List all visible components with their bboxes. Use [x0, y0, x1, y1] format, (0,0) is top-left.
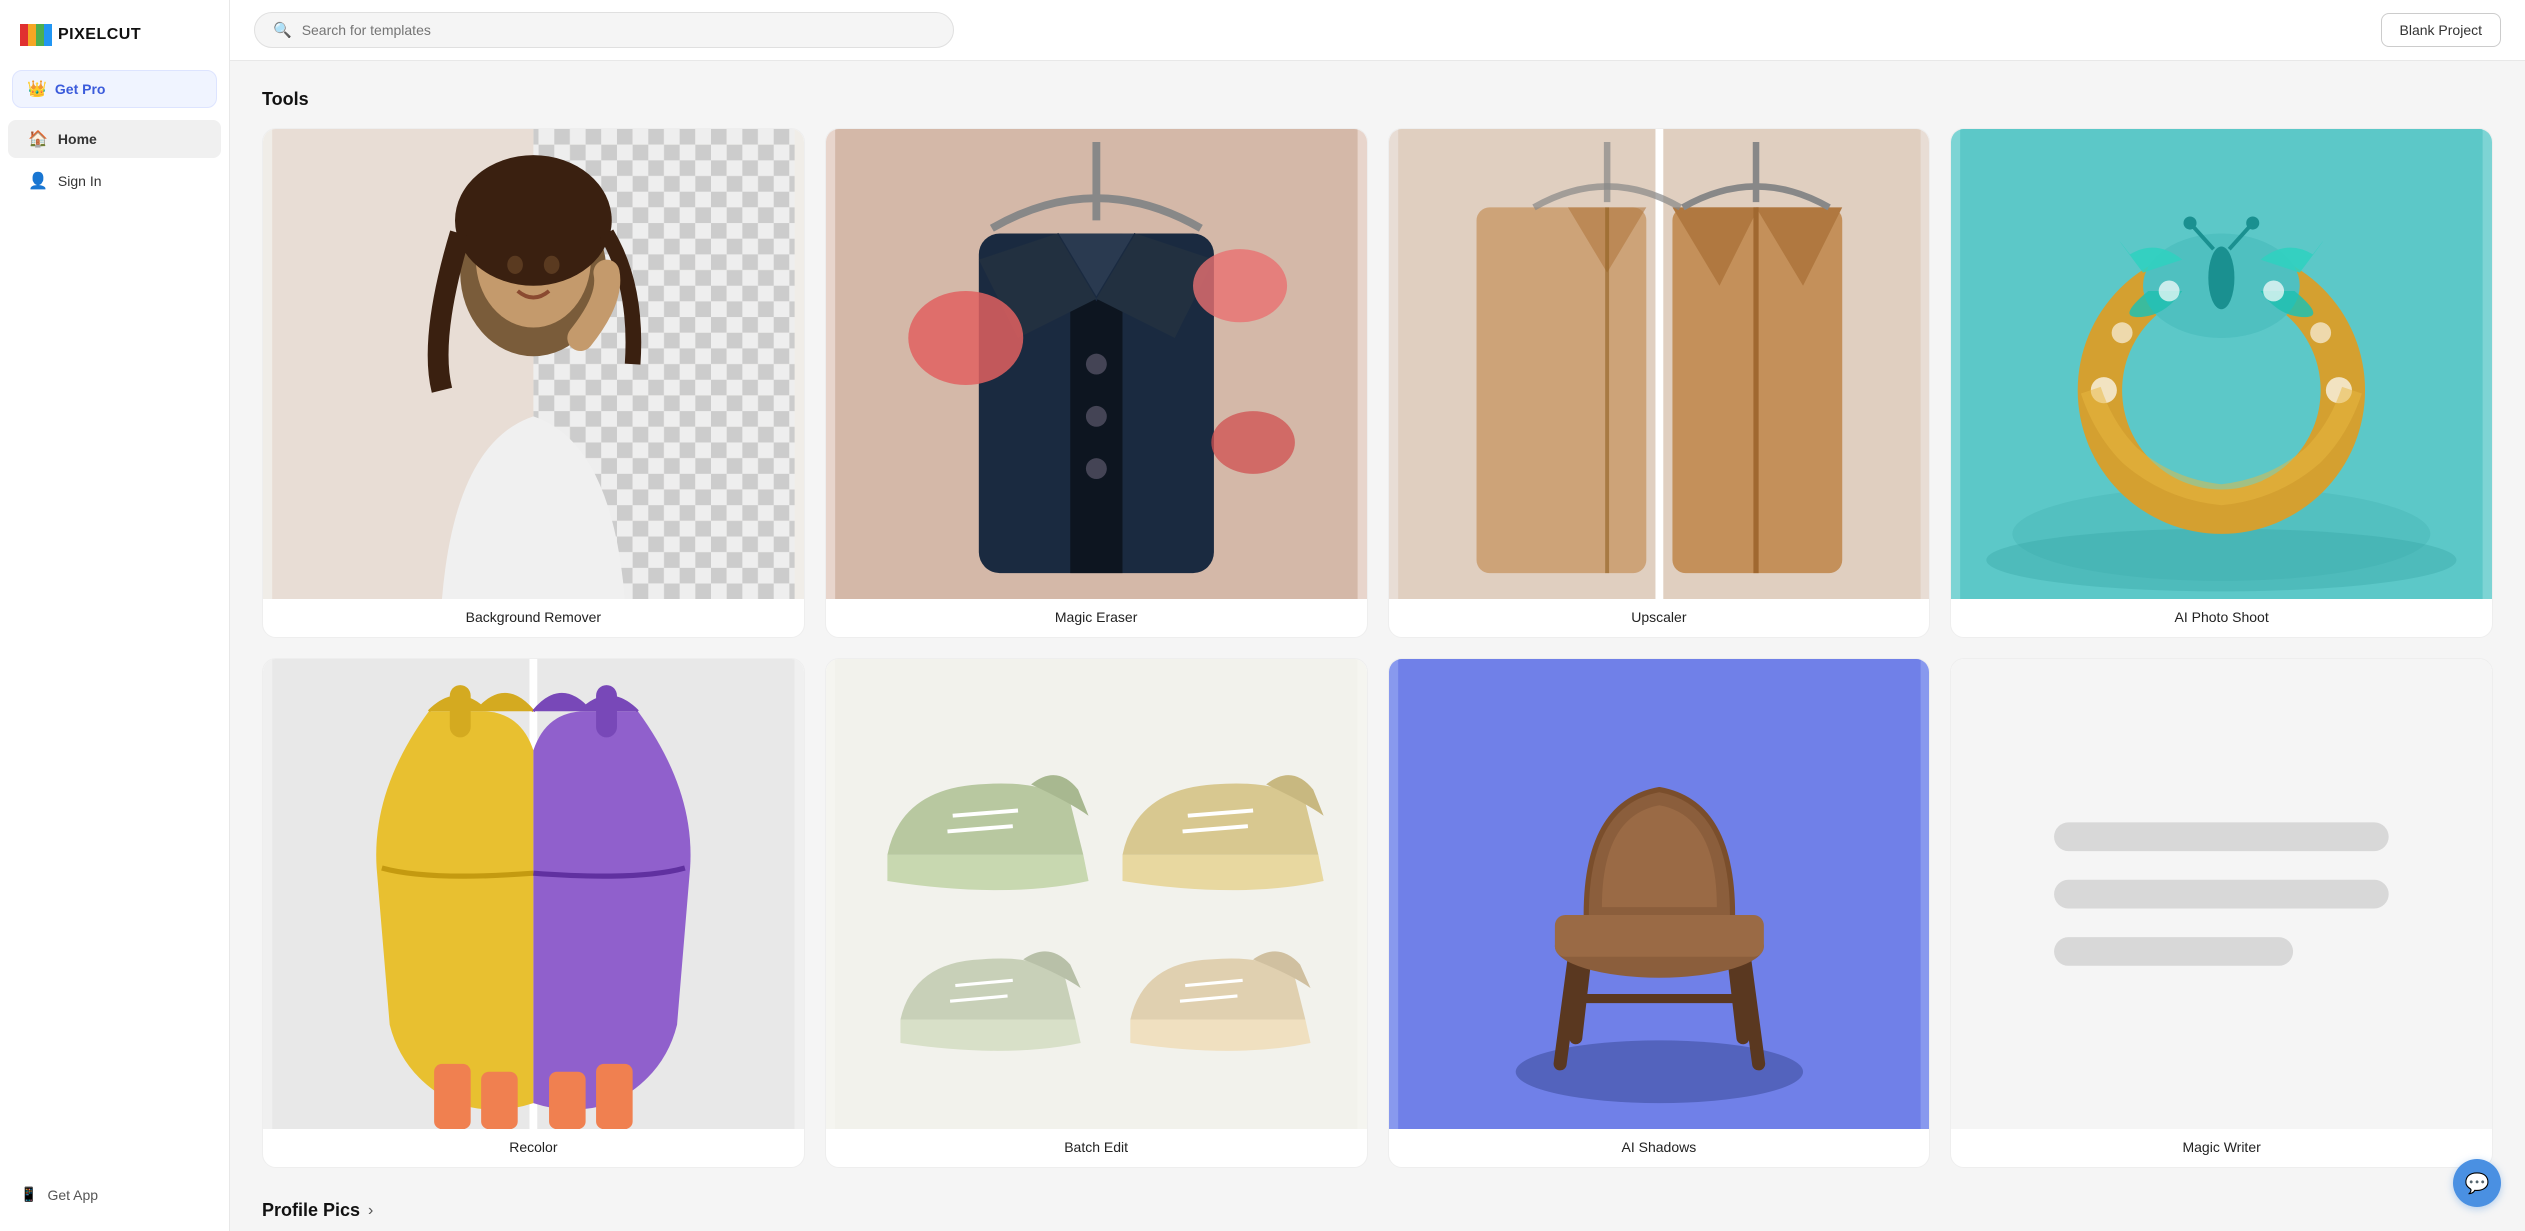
magic-writer-image	[1951, 659, 2492, 1129]
sidebar: PIXELCUT 👑 Get Pro 🏠 Home 👤 Sign In 📱 Ge…	[0, 0, 230, 1231]
magic-writer-label: Magic Writer	[1951, 1129, 2492, 1167]
ai-shadows-image	[1389, 659, 1930, 1129]
search-bar[interactable]: 🔍	[254, 12, 954, 48]
ai-photoshoot-image	[1951, 129, 2492, 599]
get-app-button[interactable]: 📱 Get App	[0, 1174, 229, 1215]
tool-card-magic-eraser[interactable]: Magic Eraser	[825, 128, 1368, 638]
recolor-label: Recolor	[263, 1129, 804, 1167]
batch-edit-label: Batch Edit	[826, 1129, 1367, 1167]
profile-pics-chevron-icon[interactable]: ›	[368, 1202, 373, 1220]
background-remover-label: Background Remover	[263, 599, 804, 637]
tool-card-ai-shadows[interactable]: AI Shadows	[1388, 658, 1931, 1168]
ai-photo-shoot-label: AI Photo Shoot	[1951, 599, 2492, 637]
logo-text: PIXELCUT	[58, 26, 141, 44]
ai-shadows-label: AI Shadows	[1389, 1129, 1930, 1167]
get-pro-button[interactable]: 👑 Get Pro	[12, 70, 217, 108]
blank-project-button[interactable]: Blank Project	[2381, 13, 2501, 47]
person-icon: 👤	[28, 171, 48, 191]
tool-card-background-remover[interactable]: Background Remover	[262, 128, 805, 638]
profile-pics-title: Profile Pics	[262, 1200, 360, 1221]
sidebar-item-sign-in[interactable]: 👤 Sign In	[8, 162, 221, 200]
tool-card-upscaler[interactable]: Upscaler	[1388, 128, 1931, 638]
crown-icon: 👑	[27, 79, 47, 99]
sidebar-logo: PIXELCUT	[0, 16, 229, 66]
pixelcut-logo-icon	[20, 24, 52, 46]
tool-card-ai-photo-shoot[interactable]: AI Photo Shoot	[1950, 128, 2493, 638]
header: 🔍 Blank Project	[230, 0, 2525, 61]
tools-grid: Background Remover	[262, 128, 2493, 1168]
search-input[interactable]	[302, 22, 935, 38]
sidebar-nav-signin-label: Sign In	[58, 173, 102, 189]
chat-icon: 💬	[2465, 1171, 2490, 1196]
home-icon: 🏠	[28, 129, 48, 149]
profile-pics-section-header: Profile Pics ›	[262, 1200, 2493, 1221]
content-area: Tools	[230, 61, 2525, 1231]
tool-card-batch-edit[interactable]: Batch Edit	[825, 658, 1368, 1168]
tools-section-title: Tools	[262, 89, 2493, 110]
sidebar-item-home[interactable]: 🏠 Home	[8, 120, 221, 158]
tool-card-recolor[interactable]: Recolor	[262, 658, 805, 1168]
chat-button[interactable]: 💬	[2453, 1159, 2501, 1207]
background-remover-image	[263, 129, 804, 599]
sidebar-nav-home-label: Home	[58, 131, 97, 147]
batch-edit-image	[826, 659, 1367, 1129]
recolor-image	[263, 659, 804, 1129]
search-icon: 🔍	[273, 21, 292, 39]
magic-eraser-label: Magic Eraser	[826, 599, 1367, 637]
get-app-label: Get App	[47, 1187, 98, 1203]
tool-card-magic-writer[interactable]: Magic Writer	[1950, 658, 2493, 1168]
main-area: 🔍 Blank Project Tools	[230, 0, 2525, 1231]
get-pro-label: Get Pro	[55, 81, 106, 97]
upscaler-label: Upscaler	[1389, 599, 1930, 637]
upscaler-image	[1389, 129, 1930, 599]
magic-eraser-image	[826, 129, 1367, 599]
phone-icon: 📱	[20, 1186, 37, 1203]
